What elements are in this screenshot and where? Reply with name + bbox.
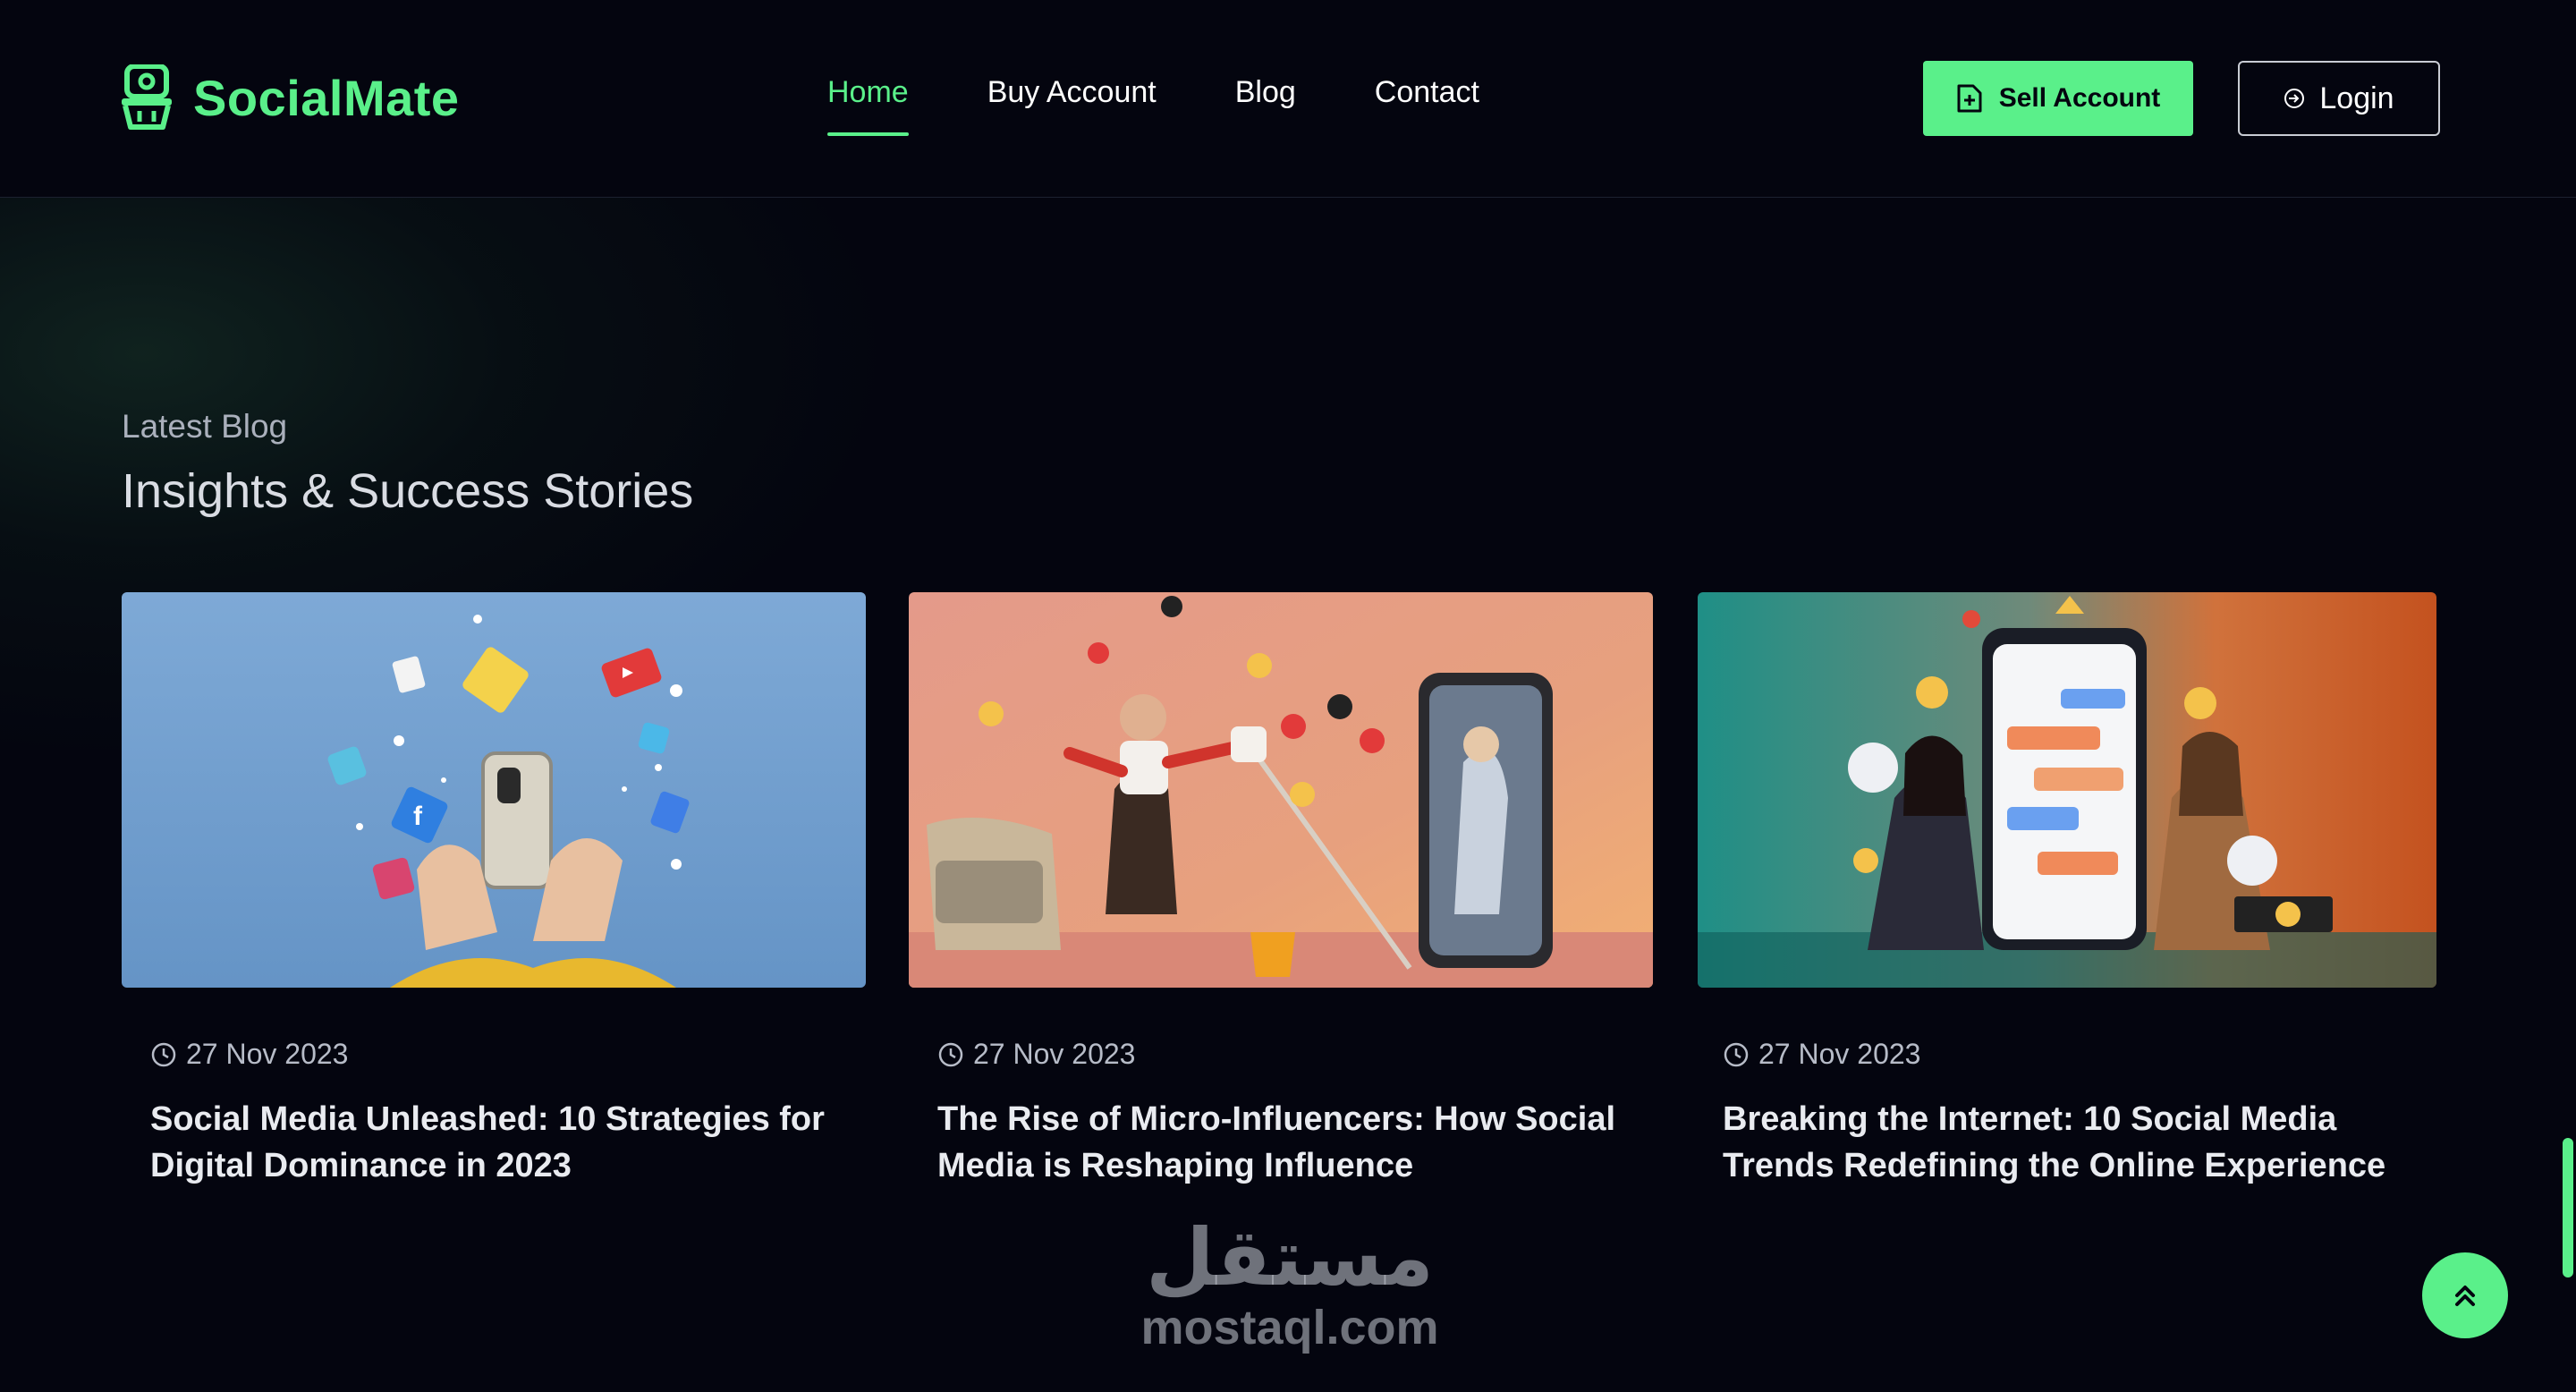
login-label: Login (2319, 81, 2394, 115)
clock-icon (151, 1042, 176, 1066)
post-title[interactable]: Social Media Unleashed: 10 Strategies fo… (150, 1096, 830, 1189)
post-meta: 27 Nov 2023 (1723, 1038, 2436, 1071)
double-chevron-up-icon (2455, 1286, 2475, 1306)
blog-card-image[interactable] (1698, 592, 2436, 988)
post-date: 27 Nov 2023 (973, 1038, 1136, 1070)
blog-card[interactable]: f 27 Nov 2023 Social Media Unleashed: 10… (122, 592, 866, 1189)
section-title: Insights & Success Stories (122, 464, 694, 518)
nav-item-contact[interactable]: Contact (1375, 75, 1479, 136)
post-date: 27 Nov 2023 (1758, 1038, 1921, 1070)
section-kicker: Latest Blog (122, 408, 288, 445)
brand-name: SocialMate (193, 69, 460, 126)
nav-item-home[interactable]: Home (827, 75, 909, 136)
clock-icon (1724, 1042, 1749, 1066)
scroll-to-top-button[interactable] (2422, 1252, 2508, 1338)
document-plus-icon (1957, 84, 1982, 113)
scrollbar-thumb[interactable] (2563, 1138, 2573, 1277)
blog-card[interactable]: 27 Nov 2023 Breaking the Internet: 10 So… (1698, 592, 2436, 1189)
post-meta: 27 Nov 2023 (937, 1038, 1653, 1071)
watermark-arabic: مستقل (1146, 1211, 1434, 1303)
blog-card-image[interactable] (909, 592, 1653, 988)
clock-icon (938, 1042, 963, 1066)
blog-card-image[interactable]: f (122, 592, 866, 988)
basket-logo-icon (122, 64, 172, 130)
login-button[interactable]: Login (2238, 61, 2440, 136)
nav-item-buy-account[interactable]: Buy Account (987, 75, 1157, 136)
sell-account-button[interactable]: Sell Account (1923, 61, 2193, 136)
nav-item-blog[interactable]: Blog (1235, 75, 1296, 136)
post-date: 27 Nov 2023 (186, 1038, 349, 1070)
brand-logo[interactable]: SocialMate (120, 64, 460, 131)
blog-card[interactable]: 27 Nov 2023 The Rise of Micro-Influencer… (909, 592, 1653, 1189)
site-header: SocialMate Home Buy Account Blog Contact… (0, 0, 2576, 198)
svg-text:f: f (413, 802, 423, 831)
post-title[interactable]: Breaking the Internet: 10 Social Media T… (1723, 1096, 2402, 1189)
main-nav: Home Buy Account Blog Contact (827, 75, 1479, 136)
watermark-latin: mostaql.com (1140, 1301, 1439, 1354)
post-meta: 27 Nov 2023 (150, 1038, 866, 1071)
login-arrow-icon (2284, 89, 2305, 108)
watermark: مستقل mostaql.com (1129, 1211, 1451, 1354)
page: SocialMate Home Buy Account Blog Contact… (0, 0, 2576, 1392)
post-title[interactable]: The Rise of Micro-Influencers: How Socia… (937, 1096, 1617, 1189)
sell-account-label: Sell Account (1998, 83, 2161, 113)
